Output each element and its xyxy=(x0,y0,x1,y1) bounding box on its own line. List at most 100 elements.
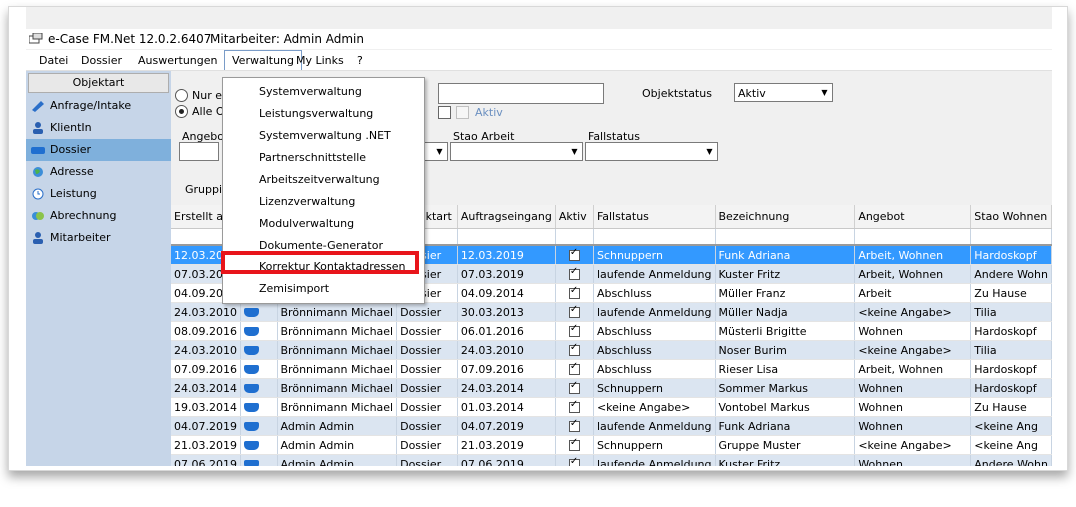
table-cell: 30.03.2013 xyxy=(457,302,556,322)
table-cell: Arbeit, Wohnen xyxy=(854,359,972,379)
table-cell: Noser Burim xyxy=(715,340,856,360)
table-cell: 24.03.2014 xyxy=(171,378,241,398)
table-row[interactable]: 24.03.2014 Brönnimann Michael Dossier 24.03… xyxy=(171,378,1052,398)
aktiv-cell-checkbox[interactable] xyxy=(568,380,580,394)
table-cell: Schnuppern xyxy=(593,378,716,398)
aktiv-checkbox[interactable] xyxy=(438,106,451,119)
table-cell: 04.07.2019 xyxy=(171,416,241,436)
table-row[interactable]: 21.03.2019Admin AdminDossier21.03.2019Sc… xyxy=(171,435,1052,455)
table-cell xyxy=(240,435,278,455)
table-cell: Andere Wohn xyxy=(970,264,1052,284)
table-cell: laufende Anmeldung xyxy=(593,302,716,322)
fallstatus-select[interactable]: ▼ xyxy=(585,142,718,161)
column-header[interactable]: Bezeichnung xyxy=(715,205,856,229)
sidebar-item-abrechnung[interactable]: Abrechnung xyxy=(26,205,171,227)
table-cell: Wohnen xyxy=(854,378,972,398)
sidebar-item-mitarbeiter[interactable]: Mitarbeiter xyxy=(26,227,171,249)
current-user: Mitarbeiter: Admin Admin xyxy=(210,32,364,46)
menu-item-systemverwaltung[interactable]: Systemverwaltung xyxy=(259,85,362,98)
menu-datei[interactable]: Datei xyxy=(39,54,68,67)
radio-alle-label: Alle O xyxy=(192,105,225,118)
aktiv-cell-checkbox[interactable] xyxy=(568,456,580,466)
sidebar-item-klientin[interactable]: KlientIn xyxy=(26,117,171,139)
sidebar-header[interactable]: Objektart xyxy=(28,73,169,93)
menu-item-arbeitszeitverwaltung[interactable]: Arbeitszeitverwaltung xyxy=(259,173,380,186)
table-row[interactable]: 19.03.2014 Brönnimann Michael Dossier 01.03… xyxy=(171,397,1052,417)
dossier-icon xyxy=(243,308,259,317)
table-cell: Müller Franz xyxy=(715,283,856,303)
aktiv-cell-checkbox[interactable] xyxy=(568,304,580,318)
search-input[interactable] xyxy=(438,83,604,104)
aktiv-cell-checkbox[interactable] xyxy=(568,323,580,337)
stao-arbeit-select[interactable]: ▼ xyxy=(450,142,583,161)
aktiv-cell-checkbox[interactable] xyxy=(568,247,580,261)
table-cell: Admin Admin xyxy=(277,416,398,436)
menu-help[interactable]: ? xyxy=(357,54,363,67)
sidebar-item-anfrage[interactable]: Anfrage/Intake xyxy=(26,95,171,117)
app-icon xyxy=(29,33,43,44)
window-title: e-Case FM.Net 12.0.2.6407 xyxy=(48,32,212,46)
menu-auswertungen[interactable]: Auswertungen xyxy=(138,54,218,67)
column-header[interactable]: Aktiv xyxy=(555,205,594,229)
menu-item-modulverwaltung[interactable]: Modulverwaltung xyxy=(259,217,354,230)
table-cell: Zu Hause xyxy=(970,283,1052,303)
table-cell: Abschluss xyxy=(593,283,716,303)
radio-alle[interactable] xyxy=(175,105,188,118)
filter-cell[interactable] xyxy=(715,228,856,246)
table-cell: Abschluss xyxy=(593,340,716,360)
filter-cell[interactable] xyxy=(970,228,1052,246)
sidebar-item-label: KlientIn xyxy=(50,121,92,134)
aktiv-cell-checkbox[interactable] xyxy=(568,361,580,375)
column-header[interactable]: Auftragseingang xyxy=(457,205,556,229)
filter-cell[interactable] xyxy=(593,228,716,246)
chevron-down-icon: ▼ xyxy=(706,147,713,156)
table-cell: Brönnimann Michael xyxy=(277,340,398,360)
aktiv-cell-checkbox[interactable] xyxy=(568,342,580,356)
table-cell: 07.06.2019 xyxy=(457,454,556,466)
filter-cell[interactable] xyxy=(555,228,594,246)
menu-item-lizenzverwaltung[interactable]: Lizenzverwaltung xyxy=(259,195,355,208)
menu-item-zemisimport[interactable]: Zemisimport xyxy=(259,282,329,295)
table-cell: Zu Hause xyxy=(970,397,1052,417)
filter-cell[interactable] xyxy=(457,228,556,246)
table-cell xyxy=(555,359,594,379)
sidebar-item-label: Leistung xyxy=(50,187,97,200)
radio-nur-eigene[interactable] xyxy=(175,89,188,102)
aktiv-cell-checkbox[interactable] xyxy=(568,266,580,280)
table-cell: 24.03.2010 xyxy=(171,340,241,360)
angebot-select[interactable] xyxy=(179,142,219,161)
sidebar-item-dossier[interactable]: Dossier xyxy=(26,139,171,161)
sidebar-item-label: Dossier xyxy=(50,143,92,156)
menu-item-partnerschnittstelle[interactable]: Partnerschnittstelle xyxy=(259,151,366,164)
menu-my-links[interactable]: My Links xyxy=(296,54,344,67)
table-row[interactable]: 08.09.2016 Brönnimann Michael Dossier 06.01… xyxy=(171,321,1052,341)
aktiv-cell-checkbox[interactable] xyxy=(568,285,580,299)
objektstatus-label: Objektstatus xyxy=(642,87,712,100)
table-cell: Brönnimann Michael xyxy=(277,302,398,322)
menu-item-systemverwaltung-net[interactable]: Systemverwaltung .NET xyxy=(259,129,391,142)
sidebar-item-leistung[interactable]: Leistung xyxy=(26,183,171,205)
menu-dossier[interactable]: Dossier xyxy=(81,54,122,67)
aktiv-label: Aktiv xyxy=(475,106,503,119)
table-row[interactable]: 04.07.2019Admin AdminDossier04.07.2019la… xyxy=(171,416,1052,436)
table-row[interactable]: 07.06.2019Admin AdminDossier07.06.2019la… xyxy=(171,454,1052,466)
table-cell: 12.03.2019 xyxy=(457,245,556,265)
table-cell: Andere Wohn xyxy=(970,454,1052,466)
column-header[interactable]: Angebot xyxy=(854,205,972,229)
table-cell: Abschluss xyxy=(593,359,716,379)
menu-verwaltung[interactable]: Verwaltung xyxy=(224,50,302,70)
aktiv-cell-checkbox[interactable] xyxy=(568,399,580,413)
sidebar-item-adresse[interactable]: Adresse xyxy=(26,161,171,183)
column-header[interactable]: Fallstatus xyxy=(593,205,716,229)
table-row[interactable]: 07.09.2016 Brönnimann Michael Dossier 07.09… xyxy=(171,359,1052,379)
filter-cell[interactable] xyxy=(854,228,972,246)
aktiv-cell-checkbox[interactable] xyxy=(568,418,580,432)
table-row[interactable]: 24.03.2010 Brönnimann Michael Dossier 24.03… xyxy=(171,340,1052,360)
column-header[interactable]: Stao Wohnen xyxy=(970,205,1052,229)
table-row[interactable]: 24.03.2010 Brönnimann Michael Dossier 30.03… xyxy=(171,302,1052,322)
app-window: e-Case FM.Net 12.0.2.6407 Mitarbeiter: A… xyxy=(26,7,1052,466)
aktiv-cell-checkbox[interactable] xyxy=(568,437,580,451)
menu-item-leistungsverwaltung[interactable]: Leistungsverwaltung xyxy=(259,107,373,120)
table-cell: Brönnimann Michael xyxy=(277,321,398,341)
objektstatus-select[interactable]: Aktiv ▼ xyxy=(734,83,833,102)
